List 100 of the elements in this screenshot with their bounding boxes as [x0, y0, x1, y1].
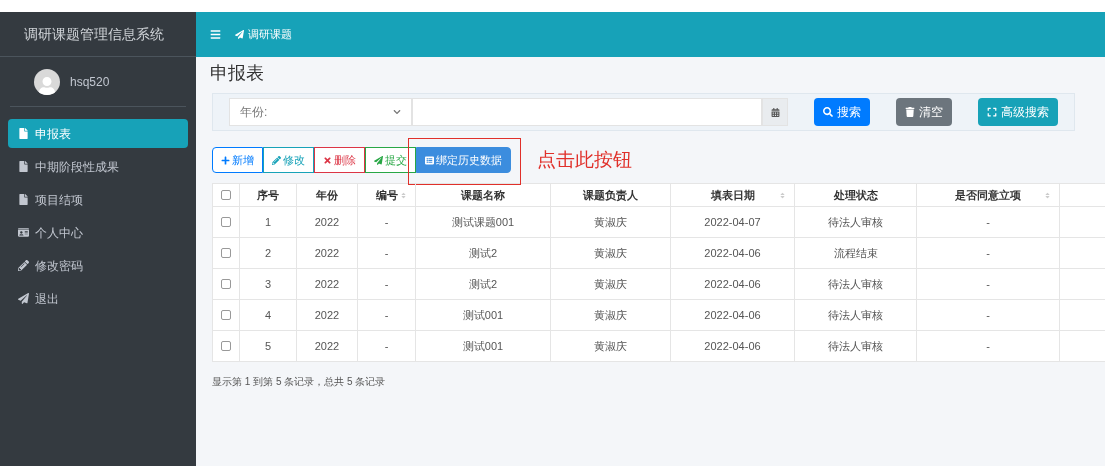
sort-icon[interactable] — [779, 191, 786, 199]
column-heading[interactable]: 编号 — [358, 184, 416, 206]
paper-plane-icon — [18, 293, 29, 304]
column-header-text: 是否同意立项 — [955, 187, 1021, 203]
select-all-checkbox[interactable] — [221, 190, 231, 200]
table-cell-text: 黄淑庆 — [594, 214, 627, 230]
table-cell-text: 2022-04-06 — [704, 276, 761, 292]
expand-icon — [987, 107, 997, 117]
column-heading[interactable]: 序号 — [240, 184, 297, 206]
column-heading[interactable]: 是否同意立项 — [917, 184, 1060, 206]
table-cell-text: 2022-04-07 — [704, 214, 761, 230]
column-heading[interactable]: 处理状态 — [795, 184, 917, 206]
table-cell-text: 测试2 — [468, 276, 498, 292]
plus-icon — [221, 155, 230, 165]
column-heading[interactable]: 课题名称 — [416, 184, 551, 206]
column-header-text: 课题名称 — [461, 187, 505, 203]
column-heading[interactable]: 填表日期 — [671, 184, 795, 206]
column-heading[interactable]: 课题负责人 — [551, 184, 671, 206]
table-cell-text: - — [384, 214, 389, 230]
sidebar-item[interactable]: 退出 — [8, 284, 188, 313]
table-cell-text: 测试001 — [462, 338, 504, 354]
trash-icon — [905, 107, 915, 117]
table-cell-text: 3 — [264, 276, 272, 292]
table-cell-text: 待法人审核 — [828, 307, 883, 323]
paper-plane-icon — [374, 155, 383, 165]
table-cell-text: - — [986, 338, 990, 354]
row-checkbox[interactable] — [221, 341, 231, 351]
column-header-text: 年份 — [316, 187, 338, 203]
sort-icon[interactable] — [1044, 191, 1051, 199]
table-cell-text: - — [986, 245, 990, 261]
table-cell-text: 5 — [264, 338, 272, 354]
column-heading[interactable]: 年份 — [297, 184, 358, 206]
table-cell-text: 测试001 — [462, 307, 504, 323]
table-cell-text: 2022 — [314, 338, 340, 354]
delete-button[interactable]: 删除 — [314, 147, 365, 173]
row-checkbox[interactable] — [221, 217, 231, 227]
row-checkbox[interactable] — [221, 310, 231, 320]
table-cell-text: 2022 — [314, 214, 340, 230]
search-button[interactable]: 搜索 — [814, 98, 870, 126]
table-cell-text: - — [986, 214, 990, 230]
table-cell-text: 流程结束 — [833, 245, 878, 261]
add-button[interactable]: 新增 — [212, 147, 263, 173]
sidebar-item[interactable]: 中期阶段性成果 — [8, 152, 188, 181]
chevron-down-icon — [393, 108, 401, 116]
menu-icon[interactable] — [210, 29, 221, 40]
file-icon — [18, 128, 29, 139]
column-header-text: 课题负责人 — [583, 187, 638, 203]
table-cell-text: 2022 — [314, 307, 340, 323]
table-cell-text: 2 — [264, 245, 272, 261]
column-header-text: 处理状态 — [833, 187, 878, 203]
table-cell-text: 待法人审核 — [828, 214, 883, 230]
table-cell-text: - — [384, 307, 389, 323]
column-header-text: 填表日期 — [710, 187, 755, 203]
sort-icon[interactable] — [400, 191, 407, 199]
sidebar-item[interactable]: 项目结项 — [8, 185, 188, 214]
table-cell-text: - — [986, 307, 990, 323]
table-cell-text: 2022-04-06 — [704, 245, 761, 261]
file-icon — [18, 194, 29, 205]
page-title: 申报表 — [209, 62, 265, 85]
column-header-text: 编号 — [375, 187, 398, 203]
table-cell-text: 1 — [264, 214, 272, 230]
table-cell-text: 测试2 — [468, 245, 498, 261]
cross-icon — [323, 155, 332, 165]
search-field[interactable] — [412, 98, 762, 126]
table-cell-text: 2022-04-06 — [704, 307, 761, 323]
instruction-note: 点击此按钮 — [537, 147, 632, 172]
table-cell-text: 2022 — [314, 276, 340, 292]
search-icon — [823, 107, 833, 117]
sidebar-item[interactable]: 个人中心 — [8, 218, 188, 247]
table-cell-text: 2022-04-06 — [704, 338, 761, 354]
table-cell-text: 黄淑庆 — [594, 276, 627, 292]
table-cell-text: - — [384, 276, 389, 292]
year-select[interactable]: 年份: — [229, 98, 412, 126]
clear-button[interactable]: 清空 — [896, 98, 952, 126]
table-cell-text: 4 — [264, 307, 272, 323]
table-cell-text: 测试课题001 — [451, 214, 515, 230]
column-header-text: 序号 — [257, 187, 279, 203]
id-card-icon — [18, 227, 29, 238]
table-cell-text: 待法人审核 — [828, 338, 883, 354]
file-icon — [18, 161, 29, 172]
calendar-addon[interactable] — [762, 98, 788, 126]
user-name[interactable]: hsq520 — [70, 72, 110, 91]
table-cell-text: 黄淑庆 — [594, 338, 627, 354]
table-cell-text: - — [986, 276, 990, 292]
table-cell-text: - — [384, 338, 389, 354]
row-checkbox[interactable] — [221, 279, 231, 289]
list-icon — [425, 155, 434, 165]
table-cell-text: 黄淑庆 — [594, 307, 627, 323]
paper-plane-icon — [235, 30, 244, 39]
user-silhouette-icon — [38, 76, 56, 95]
table-cell-text: - — [384, 245, 389, 261]
row-checkbox[interactable] — [221, 248, 231, 258]
table-cell-text: 2022 — [314, 245, 340, 261]
pencil-icon — [18, 260, 29, 271]
pencil-icon — [272, 155, 281, 165]
pagination-info: 显示第 1 到第 5 条记录，总共 5 条记录 — [212, 375, 387, 389]
sidebar-item[interactable]: 修改密码 — [8, 251, 188, 280]
table-cell-text: 待法人审核 — [828, 276, 883, 292]
table-cell-text: 黄淑庆 — [594, 245, 627, 261]
calendar-icon — [770, 107, 780, 117]
